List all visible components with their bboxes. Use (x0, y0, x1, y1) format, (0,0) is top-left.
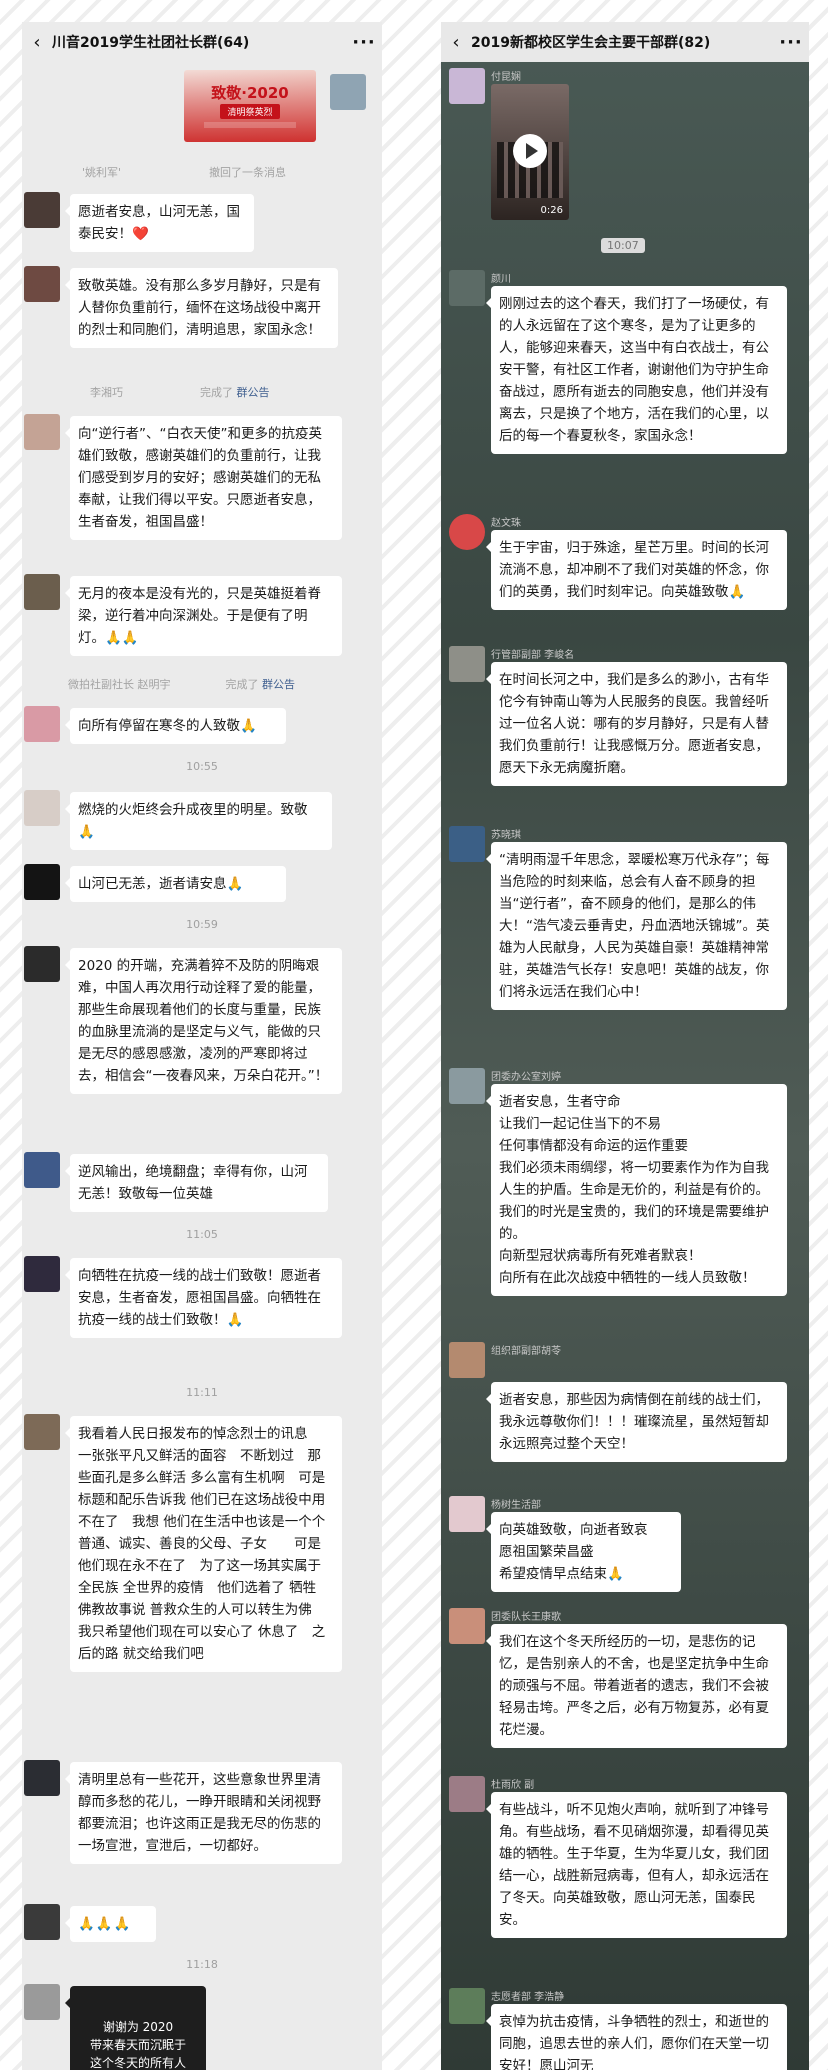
avatar[interactable] (449, 270, 485, 306)
avatar[interactable] (24, 266, 60, 302)
avatar[interactable] (24, 1152, 60, 1188)
system-action: 完成了 (200, 386, 233, 399)
chat-message: 在时间长河之中，我们是多么的渺小，古有华佗今有钟南山等为人民服务的良医。我曾经听… (486, 662, 787, 786)
chat-message: 向所有停留在寒冬的人致敬🙏 (65, 708, 286, 744)
avatar[interactable] (24, 192, 60, 228)
sender-name: 行管部副部 李峻名 (491, 650, 575, 661)
system-message-recall: '姚利军' 撤回了一条消息 (82, 164, 286, 180)
avatar[interactable] (24, 574, 60, 610)
timestamp: 10:55 (186, 760, 218, 773)
chat-message: 我们在这个冬天所经历的一切，是悲伤的记忆，是告别亲人的不舍，也是坚定抗争中生命的… (486, 1624, 787, 1748)
chat-message: 哀悼为抗击疫情，斗争牺牲的烈士，和逝世的同胞，追思去世的亲人们，愿你们在天堂一切… (486, 2004, 787, 2070)
more-options-icon[interactable]: ··· (346, 32, 382, 53)
timestamp: 10:59 (186, 918, 218, 931)
system-action: 撤回了一条消息 (209, 166, 287, 179)
sender-name: 赵文珠 (491, 518, 521, 529)
chat-message: 愿逝者安息，山河无恙，国泰民安！❤️ (65, 194, 254, 252)
system-name: 微拍社副社长 赵明宇 (68, 678, 171, 691)
chat-message: 我看着人民日报发布的悼念烈士的讯息 一张张平凡又鲜活的面容 不断划过 那些面孔是… (65, 1416, 342, 1672)
video-duration: 0:26 (540, 205, 563, 216)
sender-name: 杨树生活部 (491, 1500, 541, 1511)
more-options-icon[interactable]: ··· (773, 32, 809, 53)
poster-title: 致敬·2020 (211, 84, 289, 102)
image-caption: 谢谢为 2020 带来春天而沉眠于 这个冬天的所有人 (89, 2020, 186, 2070)
avatar[interactable] (449, 826, 485, 862)
avatar[interactable] (330, 74, 366, 110)
sender-name: 志愿者部 李浩静 (491, 1992, 565, 2003)
chat-message: 山河已无恙，逝者请安息🙏 (65, 866, 286, 902)
avatar[interactable] (449, 1496, 485, 1532)
avatar[interactable] (449, 1988, 485, 2024)
timestamp: 11:05 (186, 1228, 218, 1241)
chat-image-message[interactable]: 谢谢为 2020 带来春天而沉眠于 这个冬天的所有人 (65, 1986, 206, 2070)
right-chat-header: ‹ 2019新都校区学生会主要干部群(82) ··· (441, 22, 809, 62)
timestamp: 10:07 (601, 238, 645, 253)
sender-name: 组织部副部胡苓 (491, 1346, 561, 1357)
system-message-notice: 李湘巧 完成了 群公告 (90, 384, 270, 400)
system-name: '姚利军' (82, 166, 122, 179)
sender-name: 苏晓琪 (491, 830, 521, 841)
avatar[interactable] (449, 1608, 485, 1644)
group-notice-link[interactable]: 群公告 (237, 386, 270, 399)
avatar[interactable] (449, 68, 485, 104)
system-message-notice: 微拍社副社长 赵明宇 完成了 群公告 (68, 676, 295, 692)
avatar[interactable] (449, 1068, 485, 1104)
play-icon[interactable] (513, 134, 547, 168)
avatar[interactable] (24, 706, 60, 742)
avatar[interactable] (24, 790, 60, 826)
left-chat-header: ‹ 川音2019学生社团社长群(64) ··· (22, 22, 382, 62)
system-name: 李湘巧 (90, 386, 123, 399)
avatar[interactable] (449, 1776, 485, 1812)
left-chat-screenshot: ‹ 川音2019学生社团社长群(64) ··· 致敬·2020 清明祭英烈 '姚… (22, 22, 382, 2070)
avatar[interactable] (24, 1414, 60, 1450)
system-action: 完成了 (225, 678, 259, 691)
sender-name: 团委队长王康歌 (491, 1612, 561, 1623)
group-notice-link[interactable]: 群公告 (262, 678, 295, 691)
video-message[interactable]: 0:26 (491, 84, 569, 220)
chat-message: 燃烧的火炬终会升成夜里的明星。致敬🙏 (65, 792, 332, 850)
chat-message: 逆风输出，绝境翻盘；幸得有你，山河无恙！致敬每一位英雄 (65, 1154, 328, 1212)
avatar[interactable] (449, 1342, 485, 1378)
chat-message: 向牺牲在抗疫一线的战士们致敬！愿逝者安息，生者奋发，愿祖国昌盛。向牺牲在抗疫一线… (65, 1258, 342, 1338)
chat-message: 逝者安息，那些因为病情倒在前线的战士们，我永远尊敬你们！！！璀璨流星，虽然短暂却… (486, 1382, 787, 1462)
chat-message: 向“逆行者”、“白衣天使”和更多的抗疫英雄们致敬，感谢英雄们的负重前行，让我们感… (65, 416, 342, 540)
avatar[interactable] (449, 646, 485, 682)
avatar[interactable] (24, 1984, 60, 2020)
chat-message: 生于宇宙，归于殊途，星芒万里。时间的长河流淌不息，却冲刷不了我们对英雄的怀念，你… (486, 530, 787, 610)
chat-message: 有些战斗，听不见炮火声响，就听到了冲锋号角。有些战场，看不见硝烟弥漫，却看得见英… (486, 1792, 787, 1938)
chat-message: 向英雄致敬，向逝者致哀 愿祖国繁荣昌盛 希望疫情早点结束🙏 (486, 1512, 681, 1592)
right-chat-title: 2019新都校区学生会主要干部群(82) (471, 35, 711, 51)
avatar[interactable] (24, 414, 60, 450)
avatar[interactable] (24, 1904, 60, 1940)
chat-message: “清明雨湿千年思念，翠暖松寒万代永存”；每当危险的时刻来临，总会有人奋不顾身的担… (486, 842, 787, 1010)
sender-name: 颜川 (491, 274, 511, 285)
back-arrow-icon[interactable]: ‹ (441, 32, 471, 53)
avatar[interactable] (24, 864, 60, 900)
avatar[interactable] (24, 1760, 60, 1796)
chat-message: 致敬英雄。没有那么多岁月静好，只是有人替你负重前行，缅怀在这场战役中离开的烈士和… (65, 268, 338, 348)
chat-message: 清明里总有一些花开，这些意象世界里清醇而多愁的花儿，一睁开眼睛和关闭视野都要流泪… (65, 1762, 342, 1864)
avatar[interactable] (24, 1256, 60, 1292)
chat-message: 🙏🙏🙏 (65, 1906, 156, 1942)
sender-name: 团委办公室刘婷 (491, 1072, 561, 1083)
timestamp: 11:18 (186, 1958, 218, 1971)
chat-message: 刚刚过去的这个春天，我们打了一场硬仗，有的人永远留在了这个寒冬，是为了让更多的人… (486, 286, 787, 454)
chat-message: 无月的夜本是没有光的，只是英雄挺着脊梁，逆行着冲向深渊处。于是便有了明灯。🙏🙏 (65, 576, 342, 656)
avatar[interactable] (24, 946, 60, 982)
left-chat-title: 川音2019学生社团社长群(64) (52, 35, 250, 51)
sender-name: 杜雨欣 副 (491, 1780, 535, 1791)
chat-message: 2020 的开端，充满着猝不及防的阴晦艰难，中国人再次用行动诠释了爱的能量，那些… (65, 948, 342, 1094)
sender-name: 付昆娴 (491, 72, 521, 83)
poster-subtitle: 清明祭英烈 (220, 104, 280, 119)
memorial-poster-image[interactable]: 致敬·2020 清明祭英烈 (184, 70, 316, 142)
chat-message: 逝者安息，生者守命 让我们一起记住当下的不易 任何事情都没有命运的运作重要 我们… (486, 1084, 787, 1296)
right-chat-screenshot: ‹ 2019新都校区学生会主要干部群(82) ··· 付昆娴 0:26 10:0… (441, 22, 809, 2070)
avatar[interactable] (449, 514, 485, 550)
back-arrow-icon[interactable]: ‹ (22, 32, 52, 53)
timestamp: 11:11 (186, 1386, 218, 1399)
